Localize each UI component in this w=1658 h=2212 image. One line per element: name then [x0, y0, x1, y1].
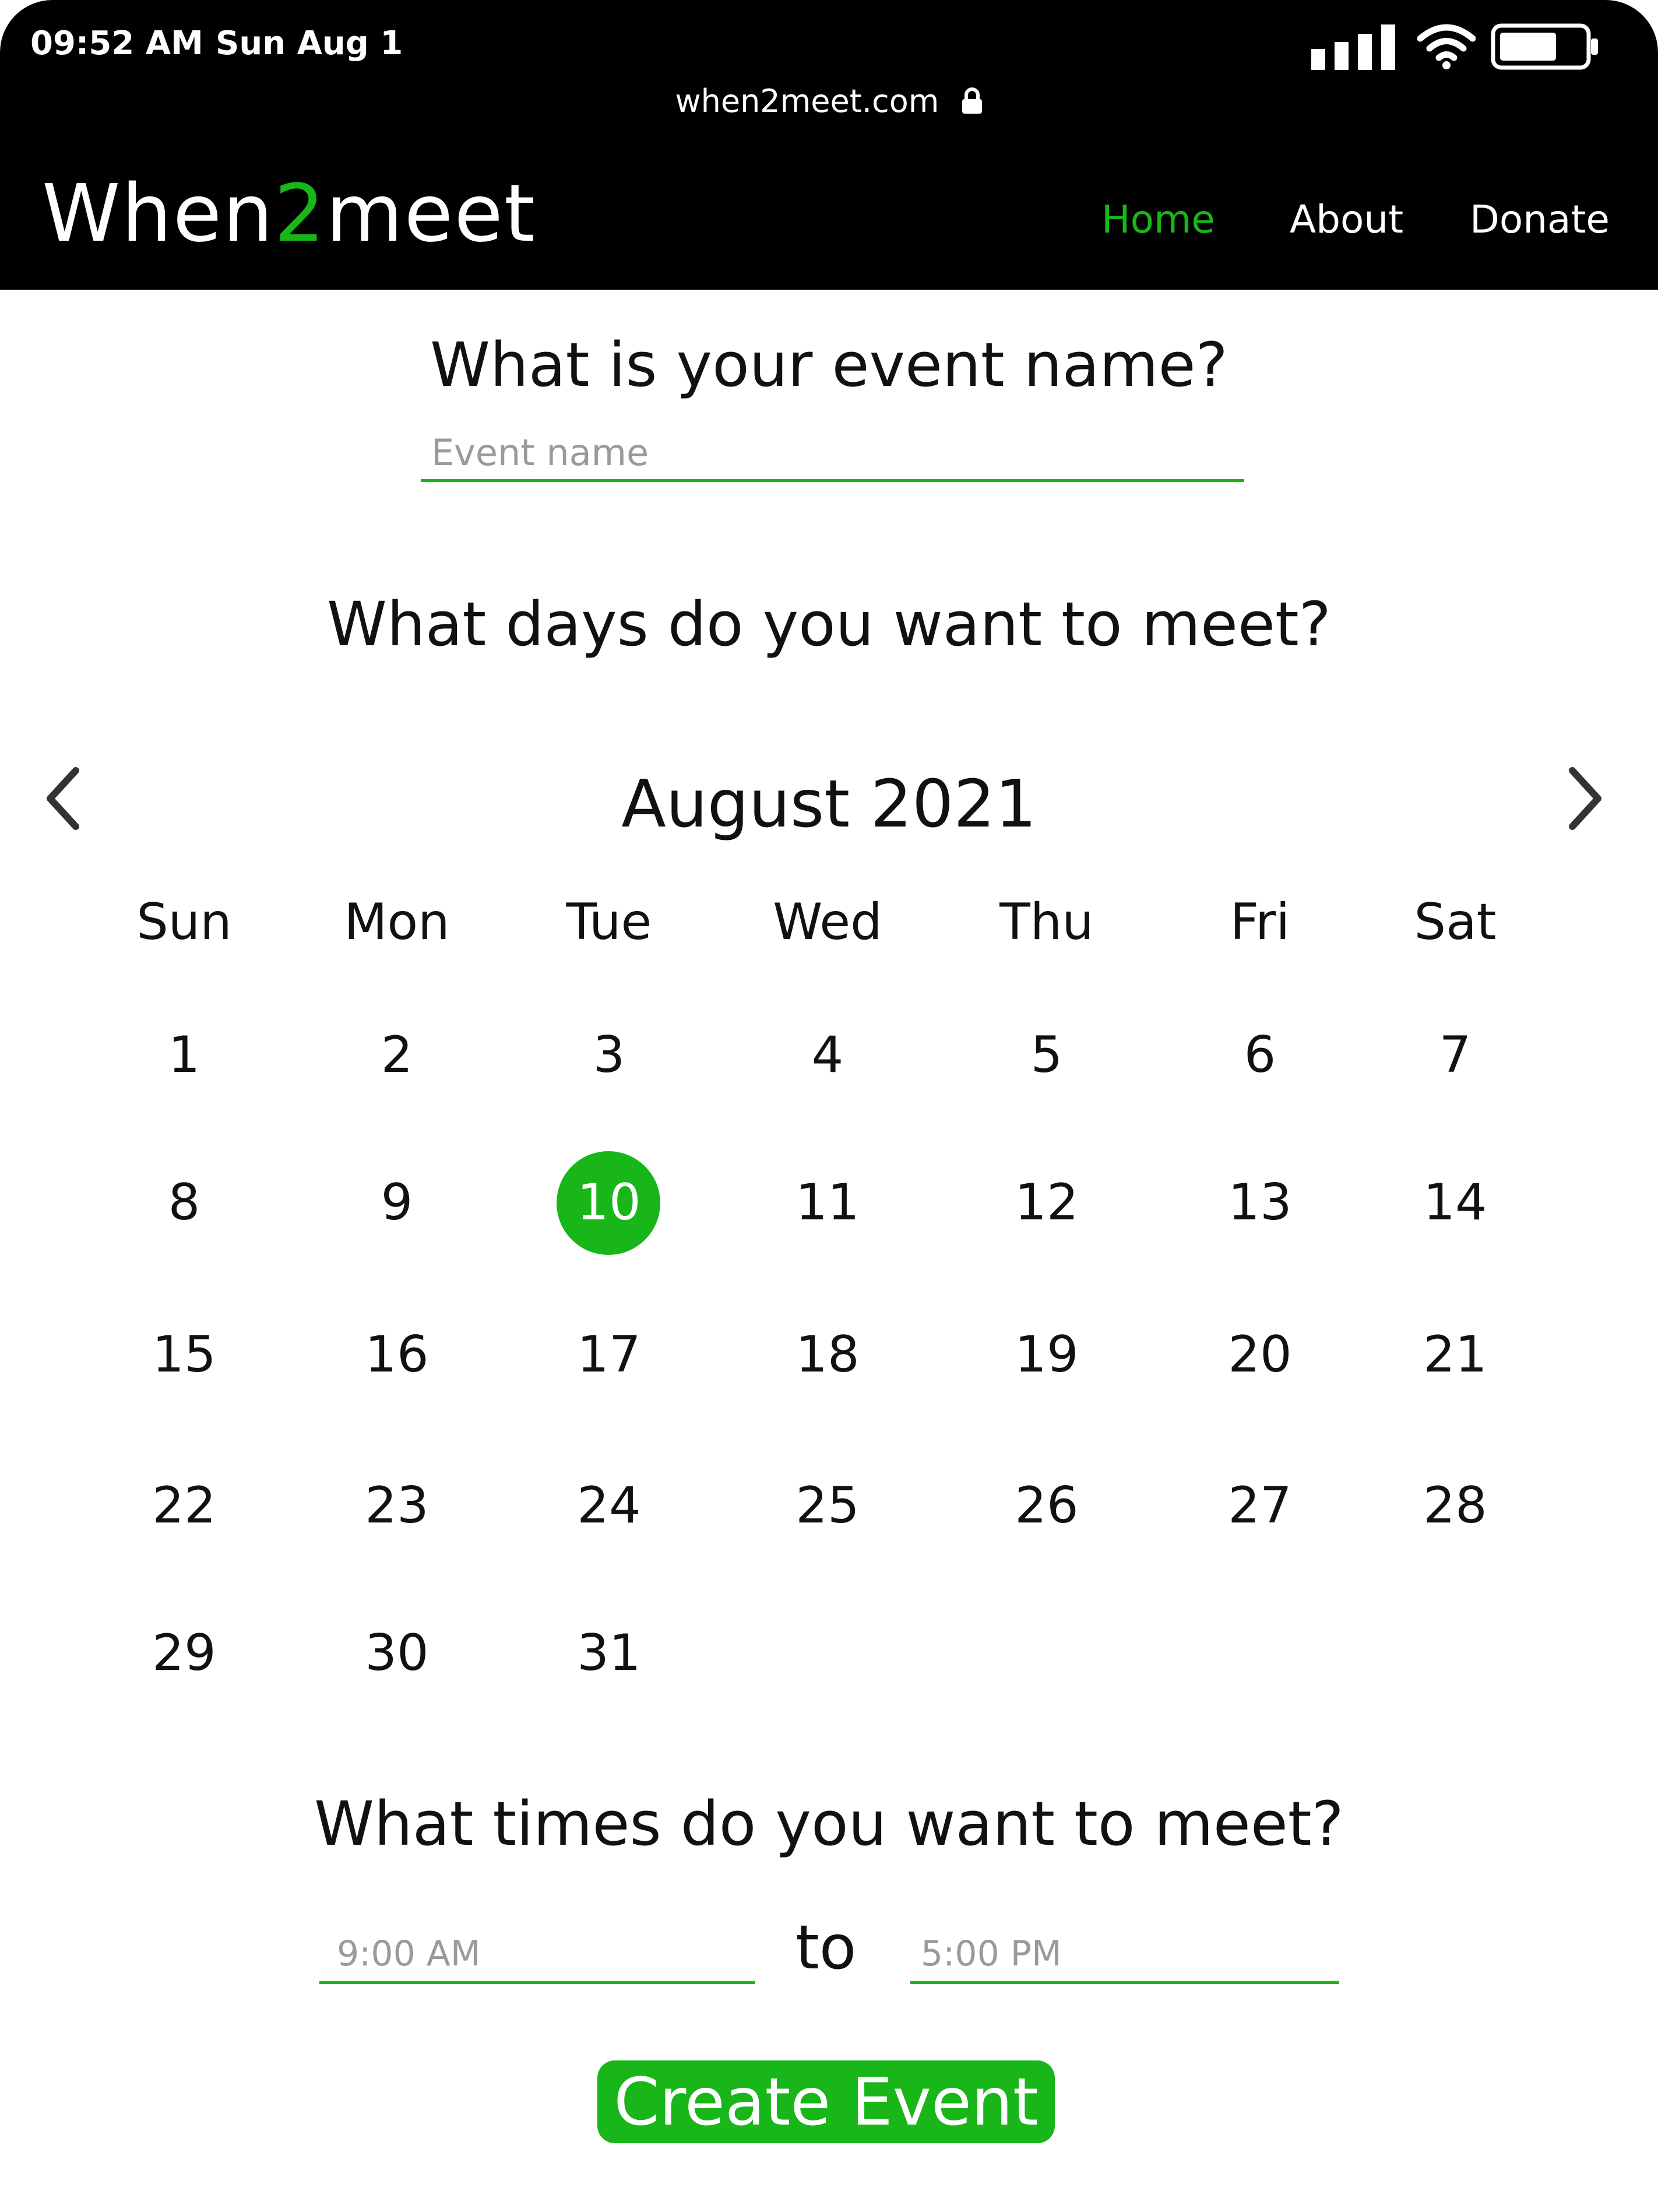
calendar-day-number: 5 [1030, 1026, 1063, 1084]
lock-icon [962, 87, 982, 114]
calendar-day-number: 1 [168, 1026, 200, 1084]
calendar-day-15[interactable]: 15 [97, 1302, 272, 1407]
weekday-header-mon: Mon [344, 893, 450, 951]
calendar-day-10[interactable]: 10 [522, 1150, 696, 1255]
calendar-day-number: 7 [1439, 1026, 1472, 1084]
logo-text-meet: meet [326, 168, 537, 260]
calendar-day-number: 20 [1228, 1325, 1292, 1384]
signal-icon [1311, 24, 1395, 70]
calendar-day-2[interactable]: 2 [309, 1003, 484, 1107]
calendar-day-23[interactable]: 23 [309, 1453, 484, 1558]
calendar-day-number: 8 [168, 1173, 200, 1232]
weekday-header-sun: Sun [136, 893, 232, 951]
calendar-day-number: 31 [577, 1624, 641, 1682]
calendar-day-number: 24 [577, 1476, 641, 1535]
wifi-icon [1417, 24, 1476, 69]
calendar-day-12[interactable]: 12 [959, 1150, 1134, 1255]
calendar-day-27[interactable]: 27 [1173, 1453, 1347, 1558]
weekday-header-wed: Wed [773, 893, 882, 951]
calendar-day-9[interactable]: 9 [309, 1150, 484, 1255]
calendar-day-28[interactable]: 28 [1368, 1453, 1543, 1558]
status-time: 09:52 AM [30, 24, 203, 62]
logo-text-when: When [42, 168, 274, 260]
weekday-header-fri: Fri [1230, 893, 1290, 951]
calendar-day-number: 29 [152, 1624, 216, 1682]
calendar-day-11[interactable]: 11 [740, 1150, 915, 1255]
battery-icon [1491, 23, 1598, 70]
nav-donate-link[interactable]: Donate [1470, 197, 1610, 242]
nav-home-link[interactable]: Home [1101, 197, 1215, 242]
calendar-day-number: 6 [1244, 1026, 1276, 1084]
calendar-day-25[interactable]: 25 [740, 1453, 915, 1558]
calendar-day-5[interactable]: 5 [959, 1003, 1134, 1107]
calendar-day-number: 23 [365, 1476, 429, 1535]
calendar-day-number: 15 [152, 1325, 216, 1384]
start-time-input[interactable] [319, 1926, 755, 1984]
to-label: to [795, 1912, 857, 1983]
calendar-day-16[interactable]: 16 [309, 1302, 484, 1407]
calendar-day-29[interactable]: 29 [97, 1601, 272, 1705]
calendar-day-14[interactable]: 14 [1368, 1150, 1543, 1255]
calendar-day-3[interactable]: 3 [522, 1003, 696, 1107]
calendar-day-number: 25 [795, 1476, 860, 1535]
calendar-day-19[interactable]: 19 [959, 1302, 1134, 1407]
calendar-day-number: 28 [1423, 1476, 1487, 1535]
logo-text-2: 2 [274, 168, 326, 260]
calendar-day-number: 11 [795, 1173, 860, 1232]
chevron-right-icon[interactable] [1562, 764, 1608, 834]
calendar-day-number: 18 [795, 1325, 860, 1384]
nav-about-link[interactable]: About [1290, 197, 1403, 242]
calendar-day-number: 26 [1015, 1476, 1079, 1535]
calendar-day-6[interactable]: 6 [1173, 1003, 1347, 1107]
calendar-day-22[interactable]: 22 [97, 1453, 272, 1558]
calendar-day-20[interactable]: 20 [1173, 1302, 1347, 1407]
calendar-day-number: 2 [381, 1026, 413, 1084]
when2meet-logo[interactable]: When2meet [42, 168, 536, 260]
end-time-input[interactable] [910, 1926, 1339, 1984]
event-name-heading: What is your event name? [430, 329, 1228, 400]
weekday-header-tue: Tue [566, 893, 652, 951]
calendar-day-number: 14 [1423, 1173, 1487, 1232]
calendar-day-number: 30 [365, 1624, 429, 1682]
event-name-input[interactable] [421, 425, 1244, 482]
calendar-month-label: August 2021 [621, 766, 1037, 842]
days-heading: What days do you want to meet? [327, 589, 1331, 660]
calendar-day-number: 27 [1228, 1476, 1292, 1535]
calendar-day-number: 10 [577, 1173, 641, 1232]
url-text: when2meet.com [675, 83, 939, 119]
status-date: Sun Aug 1 [216, 24, 403, 62]
calendar-day-8[interactable]: 8 [97, 1150, 272, 1255]
calendar-day-30[interactable]: 30 [309, 1601, 484, 1705]
calendar-day-26[interactable]: 26 [959, 1453, 1134, 1558]
calendar-day-1[interactable]: 1 [97, 1003, 272, 1107]
address-bar[interactable]: when2meet.com [0, 83, 1658, 119]
calendar-day-24[interactable]: 24 [522, 1453, 696, 1558]
calendar-day-number: 22 [152, 1476, 216, 1535]
calendar-day-number: 12 [1015, 1173, 1079, 1232]
calendar-day-number: 17 [577, 1325, 641, 1384]
calendar-day-number: 9 [381, 1173, 413, 1232]
calendar-day-number: 21 [1423, 1325, 1487, 1384]
calendar-day-number: 19 [1015, 1325, 1079, 1384]
weekday-header-thu: Thu [999, 893, 1094, 951]
create-event-button[interactable]: Create Event [597, 2060, 1055, 2143]
calendar-day-21[interactable]: 21 [1368, 1302, 1543, 1407]
calendar-day-18[interactable]: 18 [740, 1302, 915, 1407]
times-heading: What times do you want to meet? [314, 1788, 1344, 1859]
calendar-day-7[interactable]: 7 [1368, 1003, 1543, 1107]
calendar-day-13[interactable]: 13 [1173, 1150, 1347, 1255]
calendar-day-17[interactable]: 17 [522, 1302, 696, 1407]
calendar-day-number: 3 [593, 1026, 625, 1084]
calendar-day-4[interactable]: 4 [740, 1003, 915, 1107]
calendar-day-number: 4 [811, 1026, 844, 1084]
calendar-day-number: 16 [365, 1325, 429, 1384]
calendar-day-31[interactable]: 31 [522, 1601, 696, 1705]
calendar-day-number: 13 [1228, 1173, 1292, 1232]
weekday-header-sat: Sat [1414, 893, 1497, 951]
